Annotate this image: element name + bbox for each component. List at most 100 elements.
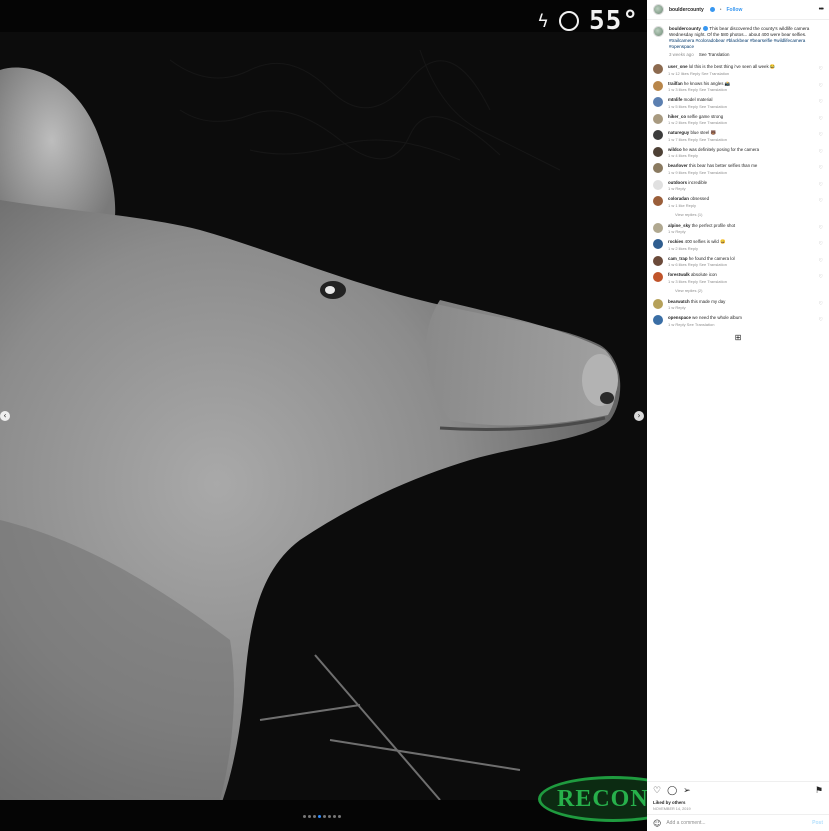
comment-username[interactable]: rockies <box>668 239 683 244</box>
comment-heart-icon[interactable]: ♡ <box>819 99 823 105</box>
comment-content: absolute icon <box>690 272 717 277</box>
comment-username[interactable]: hiker_co <box>668 114 686 119</box>
post-comment-button[interactable]: Post <box>812 820 823 826</box>
carousel-dot <box>333 815 336 818</box>
comment-meta[interactable]: 1 w Reply <box>668 305 823 310</box>
post-media[interactable]: ϟ 55° RECON ‹ › <box>0 0 647 831</box>
comment-avatar[interactable] <box>653 315 663 325</box>
more-dots-icon[interactable]: ••• <box>819 6 824 13</box>
comment-username[interactable]: bearlover <box>668 163 688 168</box>
comment-body: openspace we need the whole album 1 w Rep… <box>668 315 823 327</box>
add-comment-bar: ☺ Post <box>647 814 829 831</box>
comment-meta[interactable]: 1 w Reply <box>668 186 823 191</box>
view-replies-link[interactable]: View replies (2) <box>675 288 823 293</box>
comment-meta[interactable]: 1 w 7 likes Reply See Translation <box>668 137 823 142</box>
comment-avatar[interactable] <box>653 97 663 107</box>
comment-heart-icon[interactable]: ♡ <box>819 198 823 204</box>
comment-heart-icon[interactable]: ♡ <box>819 66 823 72</box>
comment-text: natureguy blue steel 🐻 <box>668 130 823 136</box>
comment-avatar[interactable] <box>653 298 663 309</box>
camera-overlay: ϟ 55° <box>537 6 639 36</box>
comment-username[interactable]: mtnlife <box>668 97 682 102</box>
comment-12: cam_trap he found the camera lol 1 w 6 li… <box>653 255 823 267</box>
comment-body: hiker_co selfie game strong 1 w 2 likes R… <box>668 114 823 126</box>
comment-content: he knows his angles 📸 <box>683 80 731 86</box>
add-comment-input[interactable] <box>666 820 808 826</box>
comment-heart-icon[interactable]: ♡ <box>819 225 823 231</box>
comment-heart-icon[interactable]: ♡ <box>819 149 823 155</box>
comment-heart-icon[interactable]: ♡ <box>819 83 823 89</box>
chevron-left-icon[interactable]: ‹ <box>0 411 10 421</box>
comment-meta[interactable]: 1 w 2 likes Reply See Translation <box>668 120 823 125</box>
comment-username[interactable]: trailfan <box>668 81 683 86</box>
comment-username[interactable]: alpine_sky <box>668 223 690 228</box>
bookmark-icon[interactable]: ⚑ <box>815 786 823 796</box>
comment-avatar[interactable] <box>653 239 663 249</box>
comment-content: blue steel 🐻 <box>690 130 716 135</box>
comment-meta[interactable]: 1 w Reply See Translation <box>668 322 823 327</box>
comment-username[interactable]: openspace <box>668 315 691 320</box>
comment-heart-icon[interactable]: ♡ <box>819 317 823 323</box>
comment-content: we need the whole album <box>692 315 742 320</box>
comments-scroll[interactable]: bouldercounty This bear discovered the c… <box>647 20 829 781</box>
header-username[interactable]: bouldercounty <box>669 7 704 13</box>
comment-heart-icon[interactable]: ♡ <box>819 116 823 122</box>
comment-avatar[interactable] <box>653 255 663 266</box>
comment-body: user_one lol this is the best thing i've… <box>668 64 823 76</box>
comment-avatar[interactable] <box>653 163 663 173</box>
comment-username[interactable]: forestwalk <box>668 272 690 277</box>
comment-username[interactable]: user_one <box>668 64 688 69</box>
comment-heart-icon[interactable]: ♡ <box>819 301 823 307</box>
follow-button[interactable]: Follow <box>727 7 743 13</box>
comment-avatar[interactable] <box>653 146 663 157</box>
comment-meta[interactable]: 1 w 12 likes Reply See Translation <box>668 71 823 76</box>
heart-icon[interactable]: ♡ <box>653 786 661 796</box>
comment-meta[interactable]: 1 w 4 likes Reply <box>668 153 823 158</box>
see-translation-link[interactable]: See Translation <box>699 52 730 57</box>
comment-heart-icon[interactable]: ♡ <box>819 274 823 280</box>
likes-count[interactable]: Liked by others <box>653 800 823 805</box>
moon-phase-icon <box>559 11 580 31</box>
emoji-icon[interactable]: ☺ <box>653 819 661 828</box>
comment-username[interactable]: coloradan <box>668 196 689 201</box>
comment-avatar[interactable] <box>653 130 663 140</box>
comment-meta[interactable]: 1 w 6 likes Reply See Translation <box>668 262 823 267</box>
comment-username[interactable]: outdoors <box>668 180 687 185</box>
comment-heart-icon[interactable]: ♡ <box>819 182 823 188</box>
comment-bubble-icon[interactable]: ◯ <box>667 786 677 796</box>
temperature-readout: 55° <box>589 6 639 36</box>
comment-username[interactable]: bearwatch <box>668 299 690 304</box>
comment-heart-icon[interactable]: ♡ <box>819 241 823 247</box>
caption-avatar[interactable] <box>653 26 664 37</box>
comment-heart-icon[interactable]: ♡ <box>819 258 823 264</box>
comment-avatar[interactable] <box>653 80 663 91</box>
caption-username[interactable]: bouldercounty <box>669 26 701 31</box>
comment-meta[interactable]: 1 w Reply <box>668 229 823 234</box>
post-actions: ♡ ◯ ➢ ⚑ Liked by others November 14, 201… <box>647 781 829 814</box>
comment-meta[interactable]: 1 w 5 likes Reply See Translation <box>668 104 823 109</box>
chevron-right-icon[interactable]: › <box>634 411 644 421</box>
comment-avatar[interactable] <box>653 113 663 124</box>
comment-meta[interactable]: 1 w 3 likes Reply See Translation <box>668 279 823 284</box>
comment-username[interactable]: wildco <box>668 147 682 152</box>
comment-meta[interactable]: 1 w 3 likes Reply See Translation <box>668 87 823 92</box>
comment-meta[interactable]: 1 w 9 likes Reply See Translation <box>668 170 823 175</box>
comment-username[interactable]: natureguy <box>668 130 689 135</box>
avatar[interactable] <box>653 4 664 15</box>
comment-avatar[interactable] <box>653 196 663 206</box>
comment-username[interactable]: cam_trap <box>668 256 688 261</box>
comment-avatar[interactable] <box>653 179 663 190</box>
comment-avatar[interactable] <box>653 64 663 74</box>
comment-meta[interactable]: 1 w 1 like Reply <box>668 203 823 208</box>
comment-7: bearlover this bear has better selfies t… <box>653 163 823 175</box>
comment-avatar[interactable] <box>653 272 663 282</box>
comment-4: hiker_co selfie game strong 1 w 2 likes R… <box>653 113 823 126</box>
view-replies-link[interactable]: View replies (1) <box>675 212 823 217</box>
comment-heart-icon[interactable]: ♡ <box>819 132 823 138</box>
share-plane-icon[interactable]: ➢ <box>683 786 691 796</box>
comment-meta[interactable]: 1 w 2 likes Reply <box>668 246 823 251</box>
load-more-icon[interactable]: ⊞ <box>653 333 823 342</box>
comment-heart-icon[interactable]: ♡ <box>819 165 823 171</box>
comment-avatar[interactable] <box>653 222 663 233</box>
caption-hashtags[interactable]: #trailcamera #coloradobear #blackbear #b… <box>669 38 805 49</box>
